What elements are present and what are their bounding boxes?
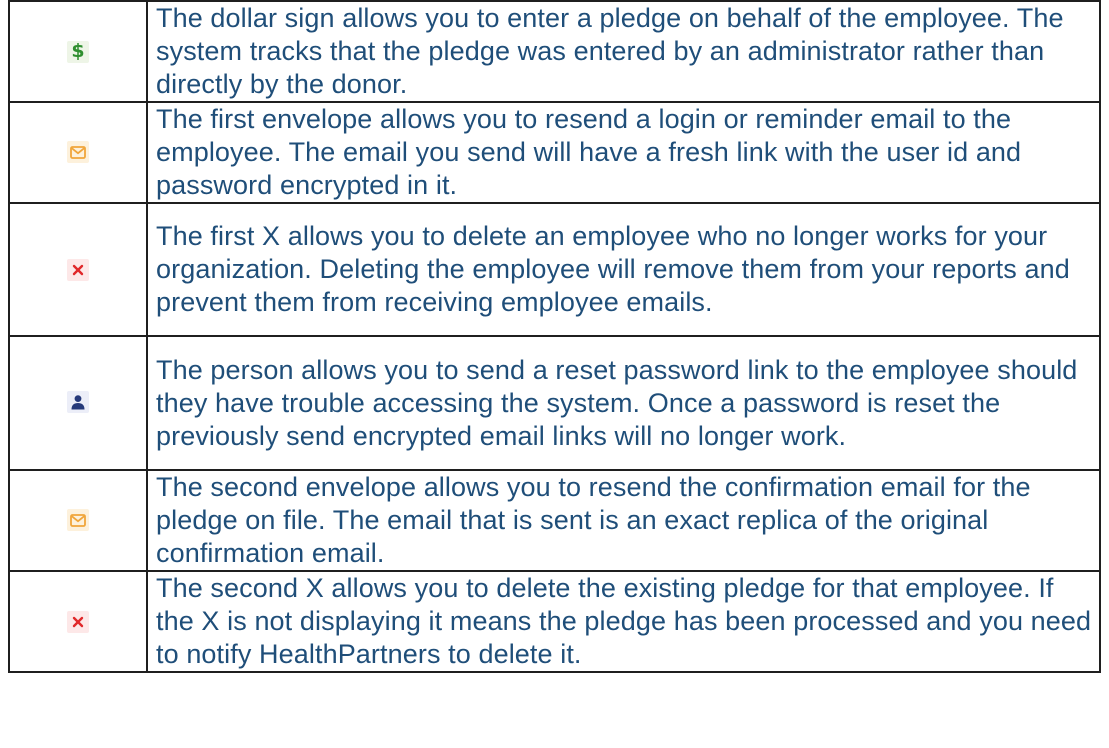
icon-legend-table: $ The dollar sign allows you to enter a … — [8, 0, 1101, 673]
legend-row: The first envelope allows you to resend … — [8, 101, 1101, 204]
description-cell: The second X allows you to delete the ex… — [146, 570, 1101, 673]
x-icon — [67, 610, 89, 633]
legend-row: The person allows you to send a reset pa… — [8, 335, 1101, 471]
legend-row: $ The dollar sign allows you to enter a … — [8, 0, 1101, 103]
description-cell: The person allows you to send a reset pa… — [146, 335, 1101, 471]
x-icon — [67, 258, 89, 281]
description-cell: The first X allows you to delete an empl… — [146, 202, 1101, 337]
legend-row: The first X allows you to delete an empl… — [8, 202, 1101, 337]
icon-cell — [8, 335, 148, 471]
icon-cell — [8, 570, 148, 673]
legend-row: The second X allows you to delete the ex… — [8, 570, 1101, 673]
envelope-icon — [67, 141, 89, 164]
dollar-icon: $ — [67, 40, 89, 63]
icon-cell — [8, 202, 148, 337]
icon-cell — [8, 101, 148, 204]
person-icon — [67, 391, 89, 413]
icon-cell — [8, 469, 148, 572]
description-cell: The first envelope allows you to resend … — [146, 101, 1101, 204]
description-cell: The dollar sign allows you to enter a pl… — [146, 0, 1101, 103]
description-cell: The second envelope allows you to resend… — [146, 469, 1101, 572]
envelope-icon — [67, 509, 89, 532]
icon-cell: $ — [8, 0, 148, 103]
legend-row: The second envelope allows you to resend… — [8, 469, 1101, 572]
